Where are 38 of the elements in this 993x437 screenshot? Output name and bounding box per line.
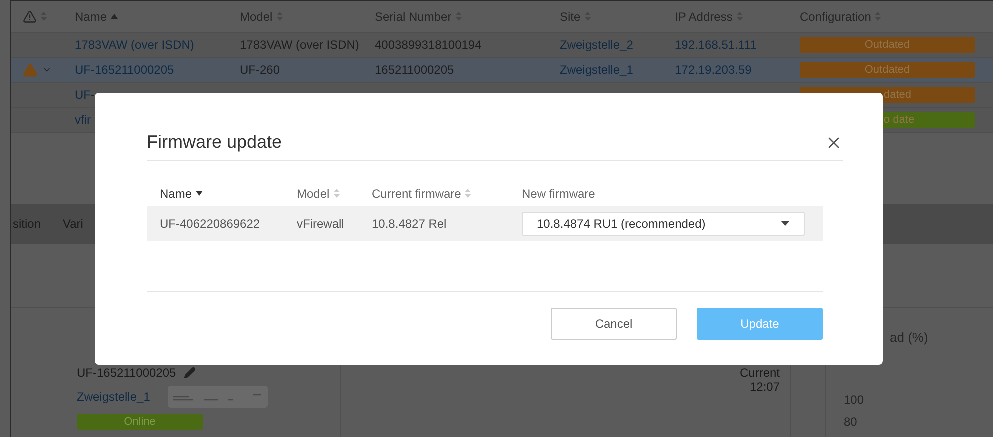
- chart-label: Current: [740, 366, 780, 380]
- table-cell: UF-260: [240, 63, 280, 77]
- site-link[interactable]: Zweigstelle_1: [77, 390, 150, 404]
- site-link[interactable]: Zweigstelle_1: [560, 63, 634, 77]
- firmware-dropdown[interactable]: 10.8.4874 RU1 (recommended): [522, 212, 805, 236]
- site-link[interactable]: Zweigstelle_2: [560, 38, 634, 52]
- sort-icon[interactable]: [334, 189, 340, 198]
- warning-icon: [23, 10, 37, 24]
- table-row[interactable]: 1783VAW (over ISDN) 1783VAW (over ISDN) 4003899318100194 Zweigstelle_2 192.168.51.111 Outdated: [11, 33, 993, 58]
- table-cell: 1783VAW (over ISDN): [240, 38, 360, 52]
- update-button[interactable]: Update: [697, 308, 823, 340]
- cancel-button[interactable]: Cancel: [551, 308, 677, 340]
- caret-icon: [781, 221, 790, 226]
- table-row[interactable]: UF-165211000205 UF-260 165211000205 Zweigstelle_1 172.19.203.59 Outdated: [11, 58, 993, 83]
- column-header[interactable]: Name: [160, 186, 192, 200]
- sort-icon[interactable]: [465, 189, 472, 198]
- device-name: UF-165211000205: [77, 366, 176, 380]
- device-name-link[interactable]: 1783VAW (over ISDN): [75, 38, 194, 52]
- column-header[interactable]: New firmware: [522, 186, 596, 200]
- column-header[interactable]: Current firmware: [372, 186, 462, 200]
- pencil-icon[interactable]: [184, 367, 196, 379]
- table-cell-text: 10.8.4827 Rel: [372, 216, 448, 230]
- device-name-link[interactable]: UF-165211000205: [75, 63, 174, 77]
- sort-ascending-icon[interactable]: [111, 14, 118, 19]
- table-cell-text: vFirewall: [297, 216, 346, 230]
- column-header[interactable]: Model: [297, 186, 330, 200]
- status-badge: Outdated: [800, 62, 975, 78]
- sort-descending-icon[interactable]: [196, 191, 204, 196]
- status-badge: Outdated: [800, 37, 975, 53]
- ip-address-link[interactable]: 172.19.203.59: [675, 63, 752, 77]
- time-label: 12:07: [750, 380, 780, 394]
- dialog-title: Firmware update: [147, 132, 282, 153]
- ip-address-link[interactable]: 192.168.51.111: [675, 38, 757, 52]
- device-name-link[interactable]: vfir: [75, 113, 91, 127]
- table-cell: 4003899318100194: [375, 38, 482, 52]
- device-name-link[interactable]: UF-: [75, 88, 95, 102]
- table-cell-text: UF-406220869622: [160, 216, 262, 230]
- table-cell: 165211000205: [375, 63, 454, 77]
